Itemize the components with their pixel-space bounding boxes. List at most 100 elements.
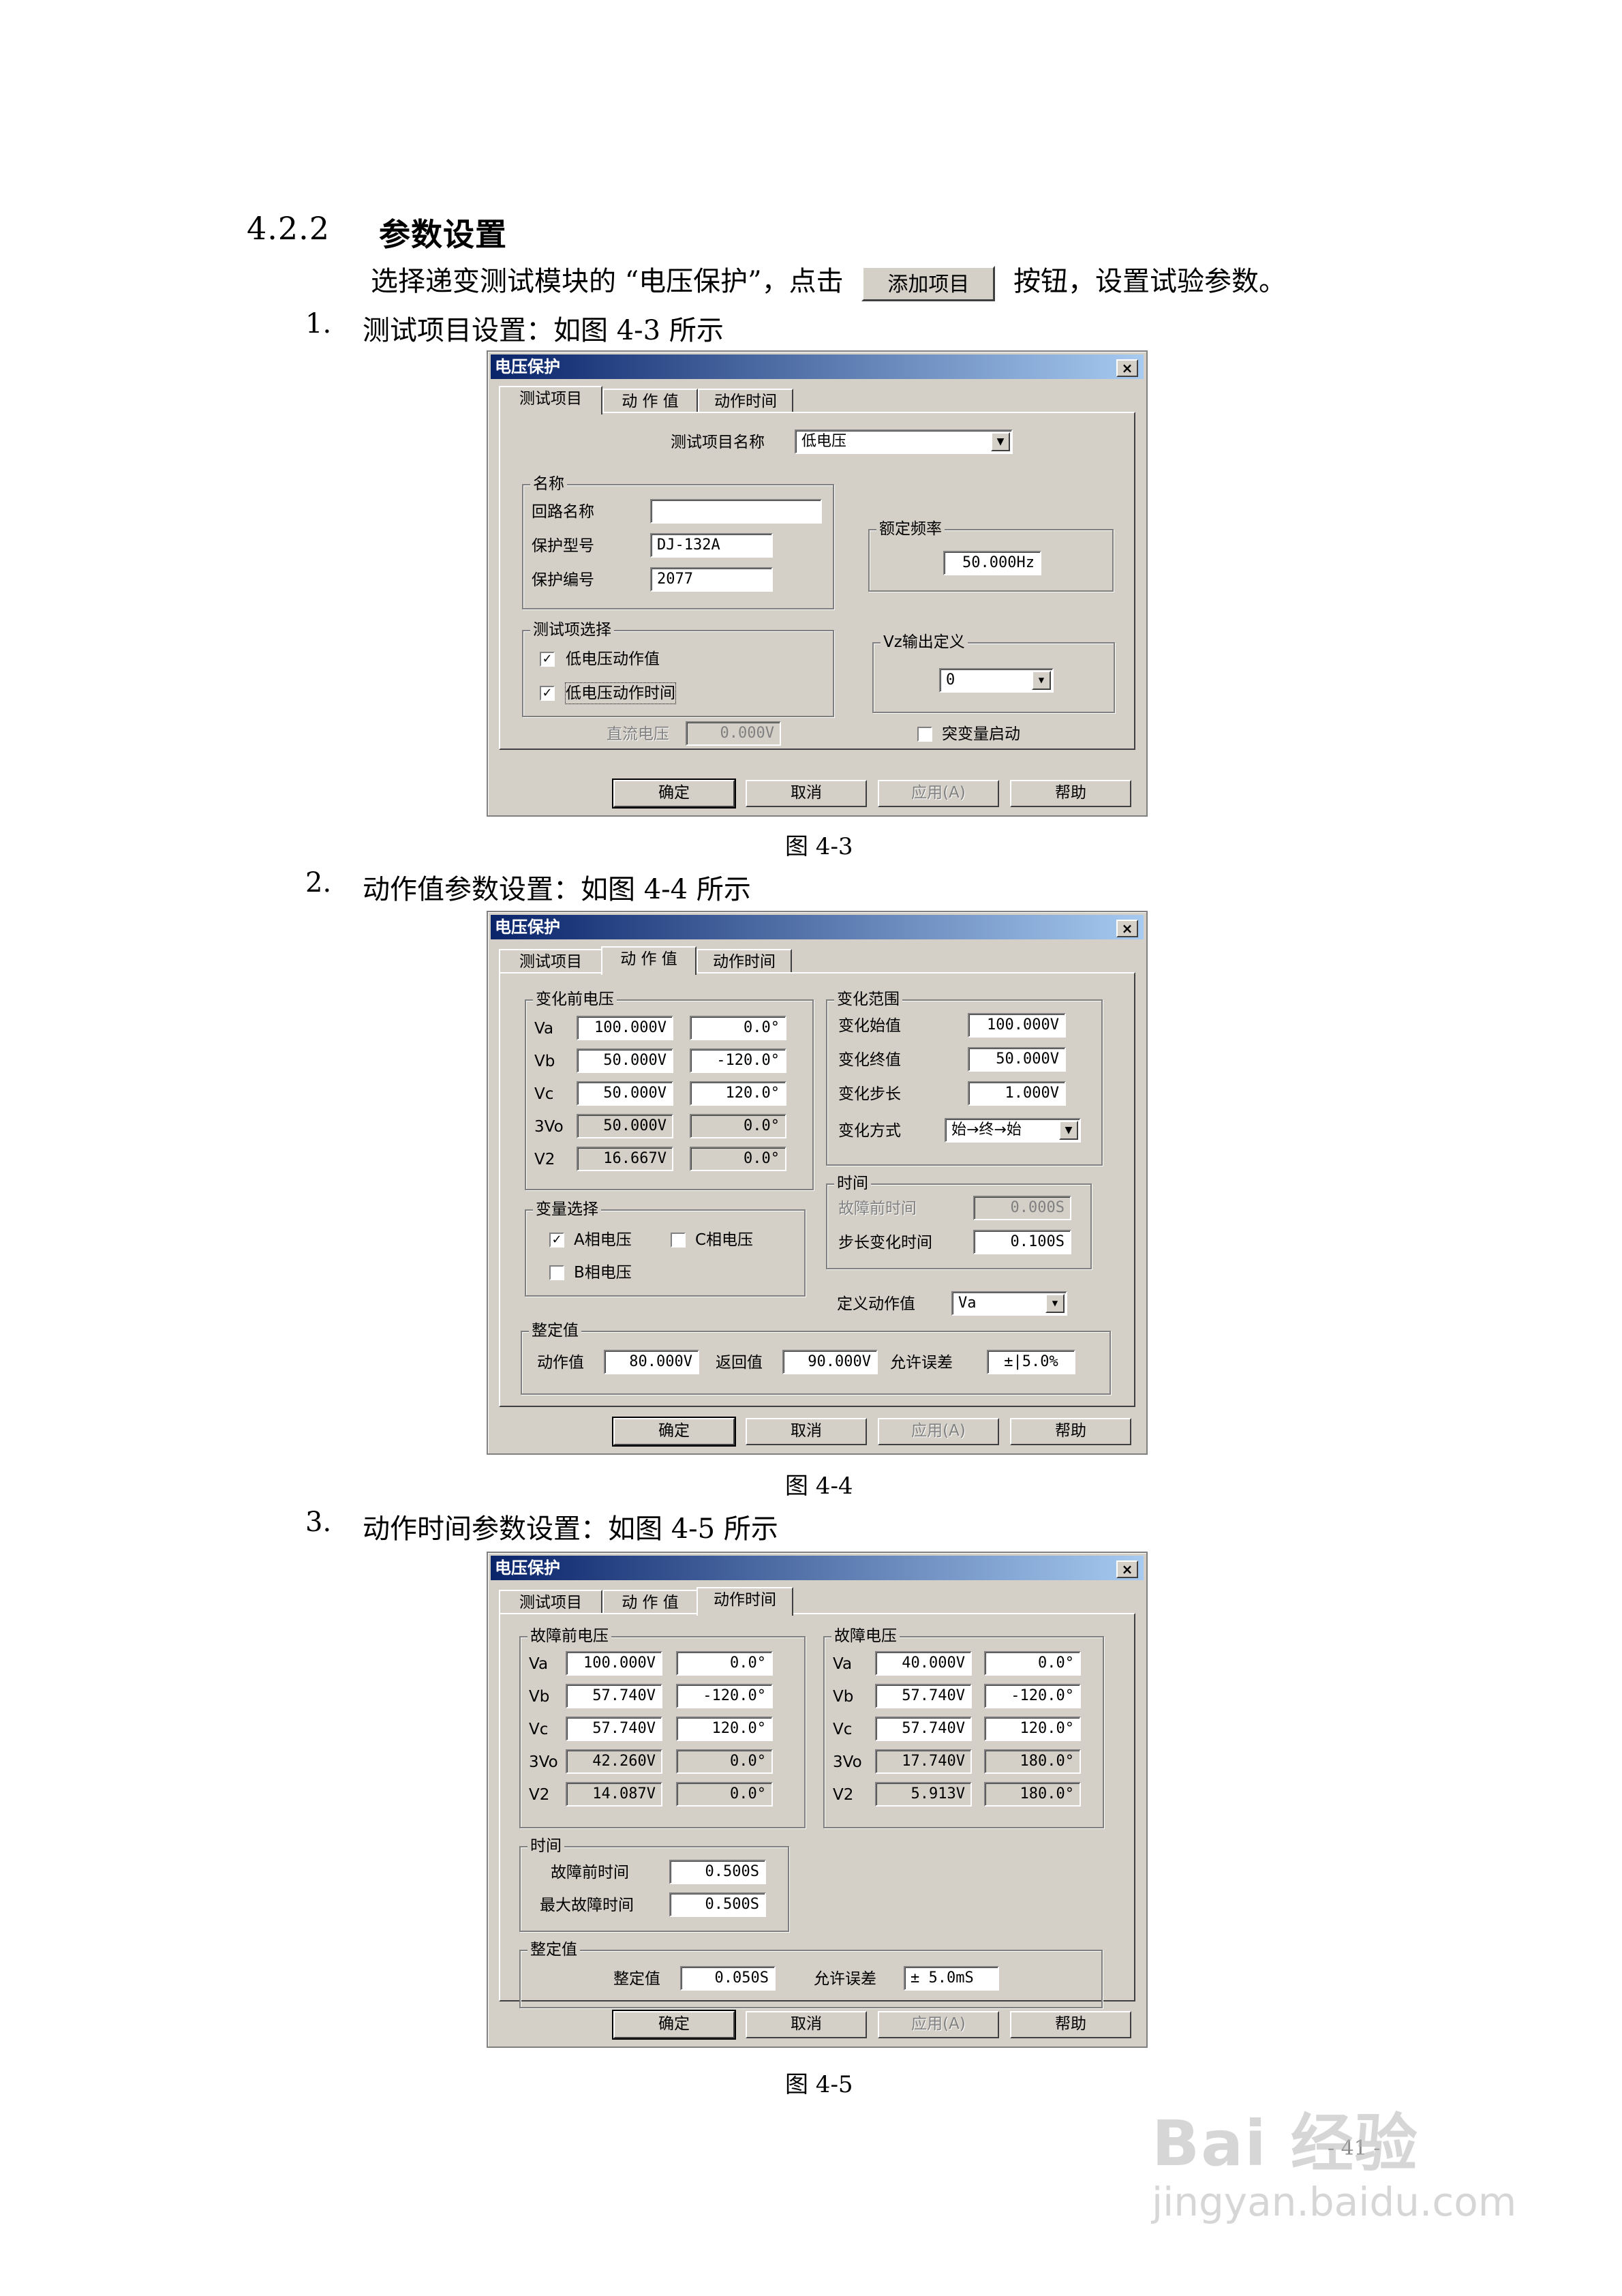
action-value-input[interactable]: 80.000V [604,1350,699,1374]
step-change-time-input[interactable]: 0.100S [973,1230,1071,1254]
ok-button[interactable]: 确定 [612,2010,736,2040]
vb-magnitude-input[interactable]: 50.000V [577,1048,673,1073]
setting-value-input[interactable]: 0.050S [680,1966,776,1991]
voltage-protection-dialog-test-item: 电压保护 × 测试项目 动 作 值 动作时间 测试项目名称 低电压 ▼ 名称 回路… [487,350,1148,817]
allowed-error-input[interactable]: ± 5.0mS [904,1966,999,1991]
vc-angle-input[interactable]: 120.0° [690,1081,786,1106]
fault-vc-angle-input[interactable]: 120.0° [984,1717,1081,1741]
cancel-button[interactable]: 取消 [746,780,867,807]
tab-action-value[interactable]: 动 作 值 [601,946,697,975]
dialog-titlebar: 电压保护 × [491,915,1144,939]
pre-change-voltage-group: 变化前电压 Va 100.000V 0.0° Vb 50.000V -120.0… [525,990,814,1190]
change-mode-select[interactable]: 始→终→始 ▼ [945,1118,1081,1143]
phase-a-voltage-checkbox[interactable]: ✓ [549,1233,564,1248]
return-value-label: 返回值 [716,1354,763,1372]
prefault-time-input: 0.000S [973,1196,1071,1220]
chevron-down-icon[interactable]: ▼ [991,432,1010,451]
cancel-button[interactable]: 取消 [746,1418,867,1445]
intro-text-after: 按钮，设置试验参数。 [1013,266,1287,297]
pre-vb-angle-input[interactable]: -120.0° [676,1684,773,1708]
test-item-name-value: 低电压 [801,433,847,450]
add-item-button[interactable]: 添加项目 [861,266,996,301]
ok-button[interactable]: 确定 [612,1417,736,1447]
fault-vc-label: Vc [833,1721,853,1738]
close-icon[interactable]: × [1116,920,1138,937]
test-item-name-select[interactable]: 低电压 ▼ [795,429,1013,454]
pre-vc-angle-input[interactable]: 120.0° [676,1717,773,1741]
phase-b-voltage-label: B相电压 [574,1264,632,1282]
change-step-input[interactable]: 1.000V [968,1081,1066,1106]
fault-3vo-angle-field: 180.0° [984,1749,1081,1774]
tab-action-time[interactable]: 动作时间 [697,949,792,973]
phase-c-voltage-checkbox[interactable] [671,1233,686,1248]
vc-magnitude-input[interactable]: 50.000V [577,1081,673,1106]
define-action-value-label: 定义动作值 [837,1295,915,1313]
circuit-name-label: 回路名称 [532,503,594,521]
fault-voltage-label: 故障电压 [831,1627,900,1646]
change-end-input[interactable]: 50.000V [968,1047,1066,1072]
ok-button[interactable]: 确定 [612,779,736,809]
tab-test-item[interactable]: 测试项目 [499,386,602,414]
fault-vb-magnitude-input[interactable]: 57.740V [875,1684,972,1708]
change-mode-label: 变化方式 [838,1122,901,1140]
vc-label: Vc [534,1085,554,1103]
help-button[interactable]: 帮助 [1010,1418,1131,1445]
vz-output-group: Vz输出定义 0 ▼ [872,633,1115,713]
v2-label: V2 [534,1151,555,1168]
sudden-start-checkbox[interactable] [917,727,932,742]
allowed-error-label: 允许误差 [890,1354,953,1372]
pre-va-angle-input[interactable]: 0.0° [676,1651,773,1676]
pre-vb-magnitude-input[interactable]: 57.740V [566,1684,662,1708]
fault-va-angle-input[interactable]: 0.0° [984,1651,1081,1676]
tab-action-value[interactable]: 动 作 值 [602,389,698,413]
protection-model-input[interactable]: DJ-132A [650,533,773,558]
pre-va-magnitude-input[interactable]: 100.000V [566,1651,662,1676]
chevron-down-icon[interactable]: ▼ [1045,1294,1065,1313]
item-3-number: 3. [305,1507,332,1538]
fault-vc-magnitude-input[interactable]: 57.740V [875,1717,972,1741]
low-voltage-action-value-checkbox[interactable]: ✓ [540,652,555,667]
close-icon[interactable]: × [1116,1560,1138,1578]
change-start-input[interactable]: 100.000V [968,1013,1066,1038]
name-group: 名称 回路名称 保护型号 DJ-132A 保护编号 2077 [522,474,834,609]
voltage-protection-dialog-action-time: 电压保护 × 测试项目 动 作 值 动作时间 故障前电压 Va 100.000V… [487,1552,1148,2048]
help-button[interactable]: 帮助 [1010,2011,1131,2038]
low-voltage-action-time-checkbox[interactable]: ✓ [540,686,555,701]
help-button[interactable]: 帮助 [1010,780,1131,807]
v2-magnitude-field: 16.667V [577,1147,673,1171]
vb-angle-input[interactable]: -120.0° [690,1048,786,1073]
apply-button: 应用(A) [878,1418,999,1445]
setting-value-label: 整定值 [613,1970,660,1988]
phase-b-voltage-checkbox[interactable] [549,1265,564,1280]
circuit-name-input[interactable] [650,499,822,524]
fault-voltage-group: 故障电压 Va 40.000V 0.0° Vb 57.740V -120.0° … [823,1627,1104,1828]
setting-value-label: 整定值 [529,1321,581,1340]
item-2-number: 2. [305,867,332,898]
phase-c-voltage-label: C相电压 [695,1231,754,1249]
return-value-input[interactable]: 90.000V [782,1350,878,1374]
tab-test-item[interactable]: 测试项目 [499,1590,602,1614]
va-magnitude-input[interactable]: 100.000V [577,1016,673,1040]
rated-frequency-input[interactable]: 50.000Hz [943,551,1041,575]
define-action-value-select[interactable]: Va ▼ [951,1291,1067,1316]
step-change-time-label: 步长变化时间 [838,1234,932,1252]
fault-va-magnitude-input[interactable]: 40.000V [875,1651,972,1676]
allowed-error-input[interactable]: ±|5.0% [987,1350,1075,1374]
tab-test-item[interactable]: 测试项目 [499,949,602,973]
close-icon[interactable]: × [1116,359,1138,377]
fault-v2-magnitude-field: 5.913V [875,1782,972,1807]
va-angle-input[interactable]: 0.0° [690,1016,786,1040]
max-fault-time-input[interactable]: 0.500S [669,1892,766,1917]
prefault-time-input[interactable]: 0.500S [669,1860,766,1884]
fault-vb-angle-input[interactable]: -120.0° [984,1684,1081,1708]
tab-action-time[interactable]: 动作时间 [698,389,793,413]
chevron-down-icon[interactable]: ▼ [1032,671,1051,690]
chevron-down-icon[interactable]: ▼ [1059,1121,1078,1140]
pre-vc-magnitude-input[interactable]: 57.740V [566,1717,662,1741]
vz-output-select[interactable]: 0 ▼ [939,668,1054,693]
cancel-button[interactable]: 取消 [746,2011,867,2038]
item-1-text: 测试项目设置：如图 4-3 所示 [363,315,724,346]
tab-action-time[interactable]: 动作时间 [697,1587,793,1616]
tab-action-value[interactable]: 动 作 值 [602,1590,698,1614]
protection-serial-input[interactable]: 2077 [650,567,773,592]
